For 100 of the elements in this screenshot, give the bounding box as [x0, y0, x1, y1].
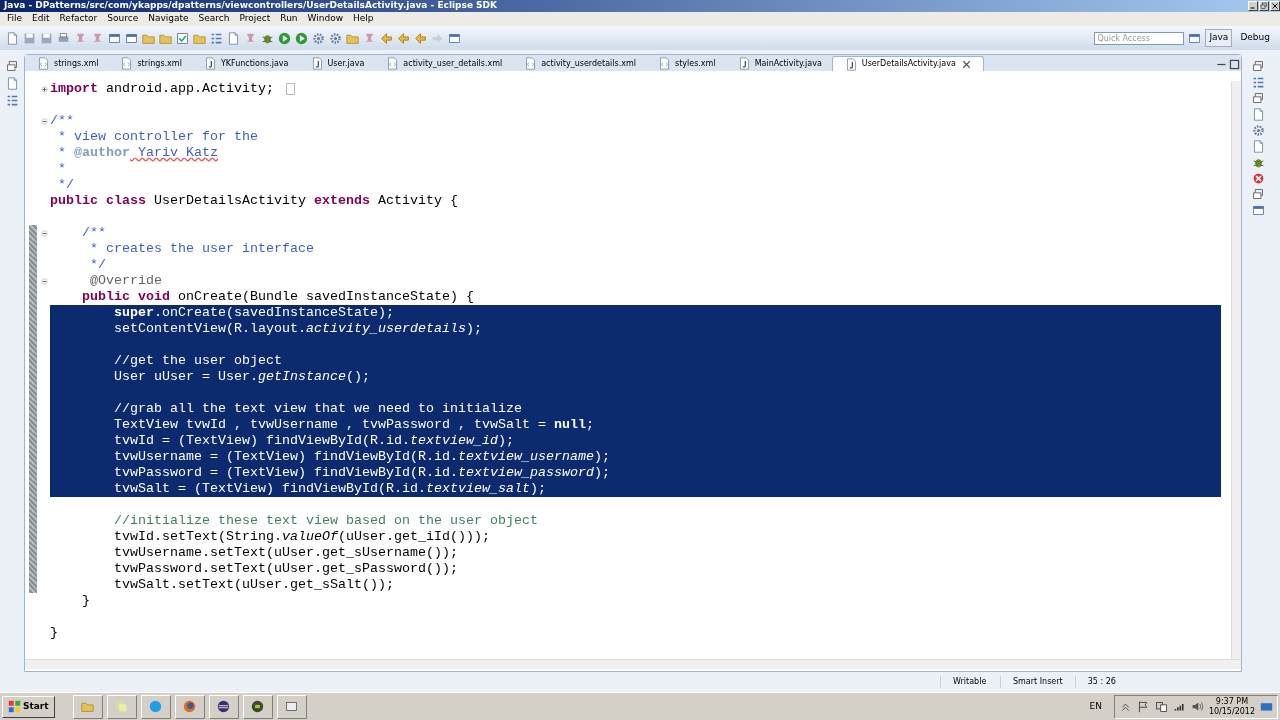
code-line: * @author Yariv Katz	[57, 145, 219, 161]
xml-file-icon	[386, 57, 400, 70]
horizontal-scrollbar[interactable]	[25, 659, 1241, 669]
restore-icon[interactable]	[5, 60, 19, 73]
taskbar-button[interactable]	[242, 694, 273, 719]
collapse-icon[interactable]	[41, 117, 48, 125]
editor-tab[interactable]: UserDetailsActivity.java	[831, 56, 984, 71]
start-button[interactable]: Start	[2, 695, 55, 718]
menu-item[interactable]: Navigate	[143, 12, 194, 26]
quick-access-field[interactable]: Quick Access	[1094, 31, 1185, 45]
code-line: /**	[50, 113, 75, 129]
network-icon[interactable]	[1154, 700, 1168, 713]
java-file-icon	[844, 57, 858, 71]
editor-tab[interactable]: strings.xml	[108, 56, 192, 71]
perspective-button[interactable]: Debug	[1236, 29, 1274, 47]
collapse-icon[interactable]	[41, 277, 48, 285]
window-title: Java - DPatterns/src/com/ykapps/dpatterns/viewcontrollers/UserDetailsActivity.java - Eclipse SDK	[4, 0, 499, 13]
perspective-button[interactable]: Java	[1205, 29, 1233, 47]
folded-code-marker[interactable]	[285, 83, 295, 95]
run-icon[interactable]	[295, 31, 308, 45]
error-icon[interactable]	[1251, 172, 1265, 185]
gear-icon[interactable]	[1251, 124, 1265, 137]
window-icon[interactable]	[108, 31, 121, 45]
code-line: tvwSalt.setText(uUser.get_sSalt());	[113, 577, 395, 593]
eclipse-icon	[217, 700, 231, 713]
print-icon[interactable]	[57, 31, 70, 45]
taskbar-button[interactable]	[208, 694, 239, 719]
code-line: //initialize these text view based on the user object	[113, 513, 539, 529]
windows-logo-icon	[8, 700, 21, 713]
run-icon[interactable]	[278, 31, 291, 45]
list-icon[interactable]	[1251, 76, 1265, 89]
restore-icon[interactable]	[1251, 60, 1265, 73]
language-indicator[interactable]: EN	[1081, 699, 1110, 714]
xml-file-icon	[37, 57, 50, 70]
save-icon[interactable]	[23, 31, 36, 45]
maximize-icon[interactable]	[1228, 58, 1241, 71]
xml-file-icon	[657, 57, 671, 70]
code-line: }	[81, 593, 91, 609]
show-desktop-icon[interactable]	[1260, 700, 1273, 713]
taskbar-button[interactable]	[276, 694, 307, 719]
restore-button[interactable]	[1259, 1, 1269, 11]
editor-tab[interactable]: activity_userdetails.xml	[512, 56, 646, 71]
code-line: tvwPassword.setText(uUser.get_sPassword());	[113, 561, 459, 577]
restore-icon[interactable]	[1251, 188, 1265, 201]
clock-date[interactable]: 10/15/2012	[1208, 706, 1255, 717]
minimize-button[interactable]	[1248, 1, 1258, 11]
code-line: /**	[81, 225, 107, 241]
list-icon[interactable]	[210, 31, 223, 45]
editor-tab[interactable]: User.java	[298, 56, 375, 71]
editor-tab[interactable]: MainActivity.java	[725, 56, 832, 71]
expand-icon[interactable]	[41, 85, 48, 93]
menu-item[interactable]: Refactor	[54, 12, 103, 26]
arrow-left-icon[interactable]	[380, 31, 393, 45]
editor-tab[interactable]: YKFunctions.java	[191, 56, 299, 71]
taskbar-button[interactable]	[174, 694, 205, 719]
code-line: */	[89, 257, 107, 273]
collapse-icon[interactable]	[41, 229, 48, 237]
sticky-notes-icon	[115, 700, 129, 713]
flag-icon[interactable]	[1136, 700, 1150, 713]
vertical-scrollbar[interactable]	[1231, 81, 1241, 659]
bug-icon[interactable]	[1251, 156, 1265, 169]
doc-icon[interactable]	[227, 31, 240, 45]
doc-icon[interactable]	[1251, 140, 1265, 153]
speaker-icon[interactable]	[1190, 700, 1204, 713]
list-icon[interactable]	[5, 94, 19, 107]
window-icon[interactable]	[1251, 204, 1265, 217]
menu-item[interactable]: File	[2, 12, 28, 26]
code-line: }	[50, 625, 59, 641]
editor-tab[interactable]: strings.xml	[25, 56, 109, 71]
arrow-left-icon[interactable]	[397, 31, 410, 45]
code-line: tvwId.setText(String.valueOf(uUser.get_iId()));	[113, 529, 491, 545]
clock-time[interactable]: 9:37 PM	[1208, 696, 1255, 707]
checkbox-icon[interactable]	[176, 31, 189, 45]
gear-icon[interactable]	[329, 31, 342, 45]
open-perspective-icon[interactable]	[1188, 31, 1202, 45]
menu-item[interactable]: Project	[234, 12, 276, 26]
browser-icon	[183, 700, 197, 713]
window-icon[interactable]	[448, 31, 461, 45]
editor-tab[interactable]: activity_user_details.xml	[374, 56, 513, 71]
doc-icon[interactable]	[1251, 108, 1265, 121]
menu-item[interactable]: Edit	[27, 12, 55, 26]
code-line: * view controller for the	[57, 129, 259, 145]
menu-item[interactable]: Window	[302, 12, 349, 26]
close-button[interactable]	[1270, 1, 1280, 11]
doc-icon[interactable]	[5, 77, 19, 90]
code-line: @Override	[89, 273, 163, 289]
menu-item[interactable]: Run	[275, 12, 303, 26]
menu-item[interactable]: Source	[102, 12, 144, 26]
arrow-left-icon[interactable]	[414, 31, 427, 45]
code-line: *	[57, 161, 67, 177]
editor-tab[interactable]: styles.xml	[645, 56, 726, 71]
menu-item[interactable]: Help	[348, 12, 379, 26]
gear-icon[interactable]	[312, 31, 325, 45]
xml-file-icon	[524, 57, 538, 70]
menu-item[interactable]: Search	[193, 12, 235, 26]
code-line: */	[57, 177, 75, 193]
new-file-icon[interactable]	[6, 31, 19, 45]
restore-icon[interactable]	[1251, 92, 1265, 105]
window-icon[interactable]	[125, 31, 138, 45]
save-icon[interactable]	[40, 31, 53, 45]
